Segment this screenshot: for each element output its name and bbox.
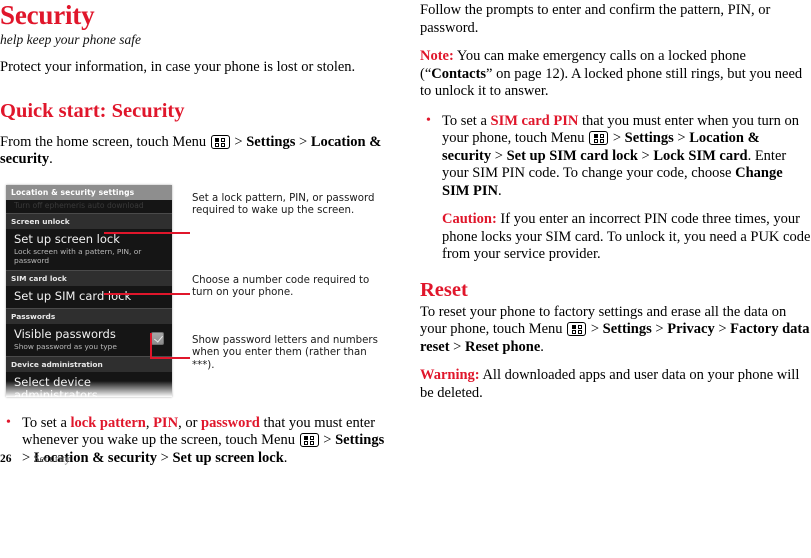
phone-category-screen-unlock: Screen unlock [6,212,172,229]
intro-paragraph: Protect your information, in case your p… [0,59,356,75]
menu-icon [567,322,587,336]
sim-text-5: > [491,147,507,164]
leader-line-3-vertical [150,332,152,359]
phone-category-device-administration: Device administration [6,355,172,372]
reset-text-2: > [590,321,603,337]
reset-text-5: > [449,338,465,355]
bullet-text-7: > [157,449,173,466]
checkbox-checked-icon[interactable] [151,331,164,345]
callout-visible-passwords: Show password letters and numbers when y… [192,334,378,371]
phone-row-set-up-screen-lock[interactable]: Set up screen lock Lock screen with a pa… [6,228,172,270]
bullet-text-3: , or [178,414,202,431]
menu-icon [589,131,609,145]
path-privacy: Privacy [667,321,715,337]
reset-paragraph: To reset your phone to factory settings … [420,304,811,357]
sim-text-3: > [612,130,625,146]
path-set-up-screen-lock: Set up screen lock [172,449,284,466]
phone-row-title: Set up SIM card lock [14,288,132,303]
path-settings: Settings [602,321,652,337]
right-bullet-list: To set a SIM card PIN that you must ente… [420,112,811,264]
reset-heading: Reset [420,278,468,301]
sim-text-1: To set a [442,112,491,129]
reset-text-4: > [714,321,731,337]
phone-row-title: Visible passwords [14,326,116,341]
path-reset-phone: Reset phone [464,338,541,355]
sim-text-4: > [673,130,690,146]
term-pin: PIN [153,414,179,431]
page-footer: 26 Security [0,453,70,465]
phone-row-title: Set up screen lock [14,231,120,246]
phone-title-bar: Location & security settings [6,184,172,200]
path-settings: Settings [624,130,674,146]
quick-start-heading: Quick start: Security [0,99,185,122]
phone-faded-row: Turn off ephemeris auto download [6,199,172,213]
path-sep-1: > [234,133,243,150]
note-link-contacts: Contacts [431,65,487,82]
manual-page: Security help keep your phone safe Prote… [0,0,811,558]
path-settings: Settings [246,133,296,150]
note-label: Note: [420,48,454,64]
term-password: password [201,414,260,431]
leader-line-3-horizontal [150,356,190,359]
bullet-text-5: > [323,432,336,448]
quick-start-paragraph: From the home screen, touch Menu > Setti… [0,134,390,169]
path-lock-sim-card: Lock SIM card [653,147,748,164]
phone-category-sim-card-lock: SIM card lock [6,269,172,286]
page-subtitle: help keep your phone safe [0,32,141,47]
bullet-period: . [283,449,288,466]
callout-sim-card-lock: Choose a number code required to turn on… [192,274,370,299]
footer-section-name: Security [33,453,71,465]
reset-text-3: > [651,321,668,337]
right-column: Follow the prompts to enter and confirm … [420,0,811,402]
warning-paragraph: Warning: All downloaded apps and user da… [420,367,811,402]
phone-row-set-up-sim-card-lock[interactable]: Set up SIM card lock [6,285,172,308]
caution-paragraph: Caution: If you enter an incorrect PIN c… [442,211,811,264]
leader-line-1 [104,231,190,234]
phone-row-subtitle: Show password as you type [14,341,117,351]
warning-label: Warning: [420,367,480,383]
term-sim-card-pin: SIM card PIN [490,112,579,129]
sim-text-6: > [637,147,654,164]
term-lock-pattern: lock pattern [70,414,146,431]
phone-category-passwords: Passwords [6,307,172,324]
bullet-text-2: , [145,414,154,431]
phone-row-visible-passwords[interactable]: Visible passwords Show password as you t… [6,323,172,356]
follow-prompts-paragraph: Follow the prompts to enter and confirm … [420,2,771,36]
sim-period: . [498,182,502,199]
path-period: . [49,151,53,167]
page-number: 26 [0,453,12,465]
path-sep-2: > [299,133,308,150]
menu-icon [299,433,319,447]
phone-screenshot: Location & security settings Turn off ep… [6,184,172,397]
reset-period: . [540,338,544,355]
phone-row-subtitle: Lock screen with a pattern, PIN, or pass… [14,246,142,265]
left-column: Security help keep your phone safe Prote… [0,0,390,473]
figure-location-security-settings: Location & security settings Turn off ep… [0,184,390,403]
callout-screen-lock: Set a lock pattern, PIN, or password req… [192,192,375,217]
leader-line-2 [104,292,190,295]
menu-icon [210,134,230,149]
path-set-up-sim-card-lock: Set up SIM card lock [506,147,638,164]
phone-bottom-fade [6,380,172,397]
note-paragraph: Note: You can make emergency calls on a … [420,48,811,101]
caution-label: Caution: [442,211,497,227]
bullet-sim-card-pin: To set a SIM card PIN that you must ente… [420,112,811,264]
page-title: Security [0,0,95,30]
bullet-text-1: To set a [22,414,71,431]
path-settings: Settings [335,432,385,448]
caution-text: If you enter an incorrect PIN code three… [442,211,811,262]
quick-start-lead-text: From the home screen, touch Menu [0,133,207,150]
